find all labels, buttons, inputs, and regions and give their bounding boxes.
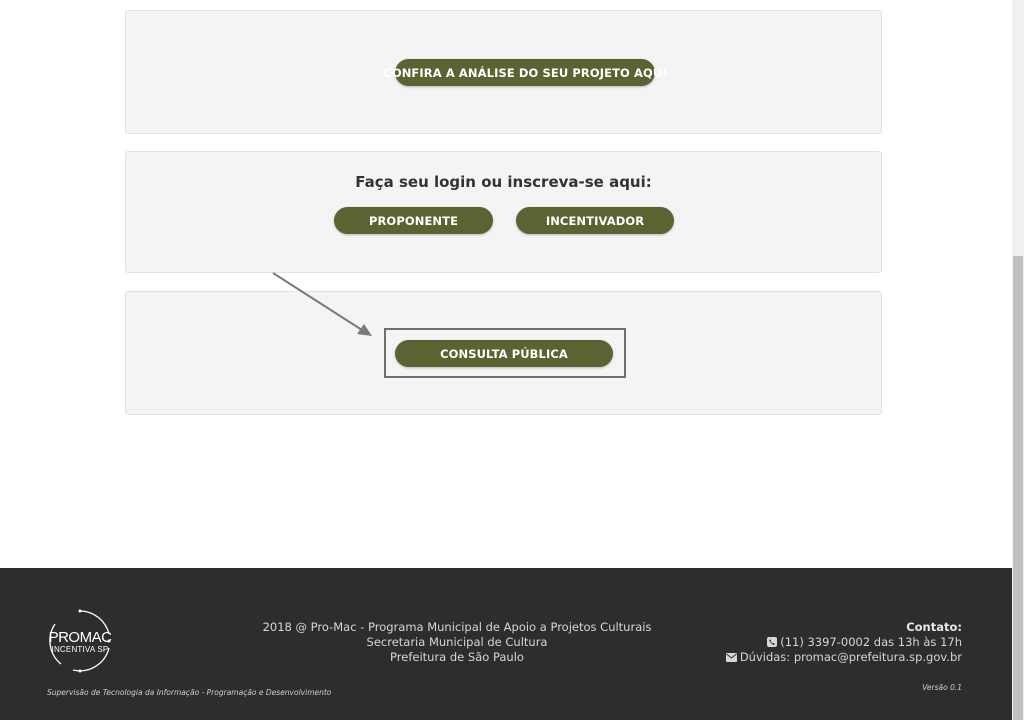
footer-line-programa: 2018 @ Pro-Mac - Programa Municipal de A… [262,620,652,634]
contact-title: Contato: [906,620,962,634]
page: CONFIRA A ANÁLISE DO SEU PROJETO AQUI Fa… [0,0,1024,720]
footer-line-secretaria: Secretaria Municipal de Cultura [366,635,548,649]
promac-logo: PROMAC INCENTIVA SP [47,608,113,674]
scrollbar-thumb[interactable] [1013,256,1023,720]
main-content: CONFIRA A ANÁLISE DO SEU PROJETO AQUI Fa… [0,0,1012,568]
phone-icon [767,637,778,647]
footer: PROMAC INCENTIVA SP Supervisão de Tecnol… [0,568,1012,720]
consulta-publica-button[interactable]: CONSULTA PÚBLICA [395,340,613,367]
login-card [125,151,882,273]
contact-email: Dúvidas: promac@prefeitura.sp.gov.br [725,650,962,665]
contact-block: Contato: (11) 3397-0002 das 13h às 17h D… [725,620,962,665]
login-heading: Faça seu login ou inscreva-se aqui: [355,173,652,191]
envelope-icon [725,653,737,662]
proponente-button[interactable]: PROPONENTE [334,207,493,234]
footer-line-prefeitura: Prefeitura de São Paulo [390,650,524,664]
supervisao-text: Supervisão de Tecnologia da Informação -… [47,688,332,697]
footer-center-info: 2018 @ Pro-Mac - Programa Municipal de A… [250,620,664,665]
phone-text: (11) 3397-0002 das 13h às 17h [780,635,962,649]
email-text[interactable]: Dúvidas: promac@prefeitura.sp.gov.br [740,650,962,664]
versao-text: Versão 0.1 [922,683,962,692]
analise-projeto-button[interactable]: CONFIRA A ANÁLISE DO SEU PROJETO AQUI [383,59,667,86]
contact-phone: (11) 3397-0002 das 13h às 17h [726,635,962,650]
logo-title: PROMAC [48,629,112,646]
logo-subtitle: INCENTIVA SP [51,645,109,654]
incentivador-button[interactable]: INCENTIVADOR [516,207,674,234]
